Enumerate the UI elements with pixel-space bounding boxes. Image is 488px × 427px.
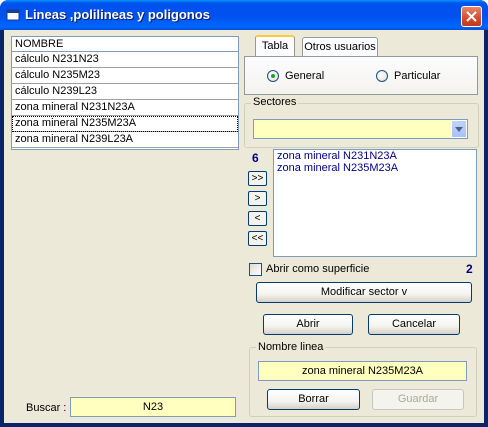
add-all-button[interactable]: >> <box>248 171 267 186</box>
tab-tabla[interactable]: Tabla <box>255 35 295 58</box>
list-item[interactable]: cálculo N235M23 <box>12 68 238 84</box>
list-item[interactable]: cálculo N239L23 <box>12 84 238 100</box>
abrir-button[interactable]: Abrir <box>263 314 353 335</box>
list-item-focused[interactable]: zona mineral N235M23A <box>12 116 238 132</box>
search-label: Buscar : <box>26 402 67 414</box>
available-count: 6 <box>252 151 259 165</box>
radio-particular-label: Particular <box>394 70 441 82</box>
sectores-combo[interactable] <box>253 119 468 139</box>
tab-otros-usuarios[interactable]: Otros usuarios <box>302 37 378 58</box>
modificar-sector-button[interactable]: Modificar sector v <box>256 282 472 303</box>
selected-list[interactable]: zona mineral N231N23A zona mineral N235M… <box>273 149 477 257</box>
cancelar-button[interactable]: Cancelar <box>368 314 460 335</box>
radio-general[interactable] <box>267 70 279 82</box>
guardar-button[interactable]: Guardar <box>372 389 464 410</box>
borrar-button[interactable]: Borrar <box>267 389 360 410</box>
selected-item[interactable]: zona mineral N235M23A <box>274 162 476 174</box>
close-icon <box>466 11 477 22</box>
title-bar[interactable]: Lineas ,polilineas y poligonos <box>0 0 488 30</box>
remove-one-button[interactable]: < <box>248 211 267 226</box>
selected-count: 2 <box>466 262 473 276</box>
radio-particular[interactable] <box>376 70 388 82</box>
selected-item[interactable]: zona mineral N231N23A <box>274 150 476 162</box>
list-item[interactable]: zona mineral N239L23A <box>12 132 238 148</box>
surface-checkbox[interactable] <box>249 263 262 276</box>
add-one-button[interactable]: > <box>248 191 267 206</box>
search-input[interactable]: N23 <box>70 397 236 417</box>
nombre-linea-input[interactable]: zona mineral N235M23A <box>258 361 467 381</box>
list-header: NOMBRE <box>12 37 238 52</box>
combo-dropdown-button[interactable] <box>451 120 467 138</box>
surface-label: Abrir como superficie <box>266 263 370 275</box>
list-item[interactable]: cálculo N231N23 <box>12 52 238 68</box>
radio-general-label: General <box>285 70 325 82</box>
app-icon <box>6 8 20 22</box>
nombre-linea-title: Nombre linea <box>256 341 326 353</box>
window-title: Lineas ,polilineas y poligonos <box>25 7 210 22</box>
close-button[interactable] <box>461 6 482 27</box>
dialog-body: NOMBRE cálculo N231N23 cálculo N235M23 c… <box>4 30 484 423</box>
tab-panel: General Particular <box>244 56 478 95</box>
list-item[interactable]: zona mineral N231N23A <box>12 100 238 116</box>
chevron-down-icon <box>455 127 463 132</box>
names-list[interactable]: NOMBRE cálculo N231N23 cálculo N235M23 c… <box>11 36 239 150</box>
sectores-title: Sectores <box>251 96 299 108</box>
remove-all-button[interactable]: << <box>248 231 267 246</box>
dialog-window: Lineas ,polilineas y poligonos NOMBRE cá… <box>0 0 488 427</box>
